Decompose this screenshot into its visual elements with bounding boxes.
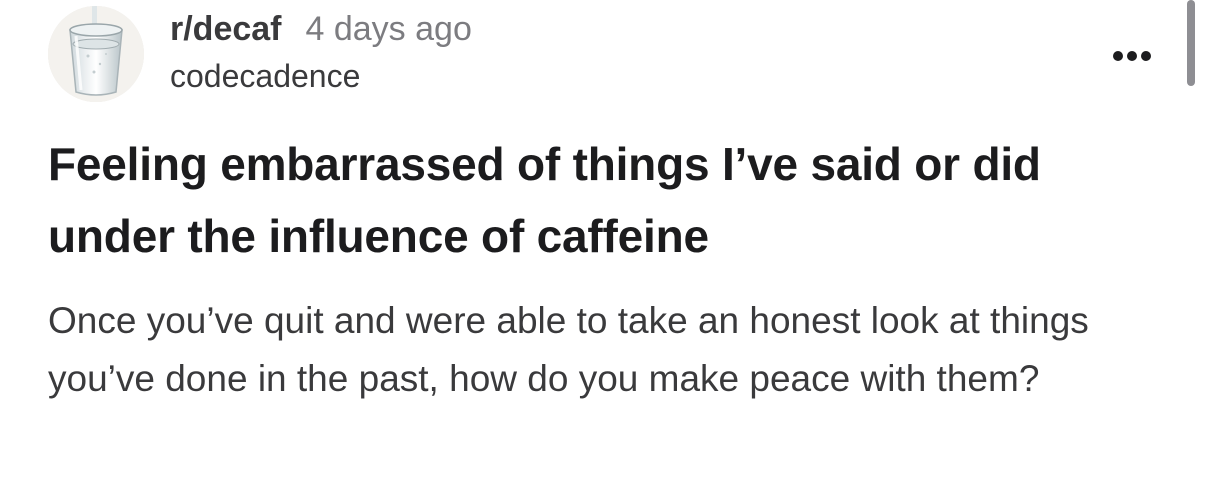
water-glass-icon xyxy=(48,6,144,102)
post-body: Once you’ve quit and were able to take a… xyxy=(48,300,1089,399)
subreddit-link[interactable]: r/decaf xyxy=(170,10,282,49)
post-timestamp: 4 days ago xyxy=(305,10,472,48)
author-link[interactable]: codecadence xyxy=(170,58,360,95)
scrollbar-thumb[interactable] xyxy=(1187,0,1195,86)
subreddit-avatar[interactable] xyxy=(48,6,144,102)
post-title[interactable]: Feeling embarrassed of things I’ve said … xyxy=(48,128,1158,272)
post-meta: r/decaf 4 days ago xyxy=(170,10,472,54)
more-options-button[interactable] xyxy=(1106,38,1158,74)
more-options-icon xyxy=(1113,51,1151,61)
